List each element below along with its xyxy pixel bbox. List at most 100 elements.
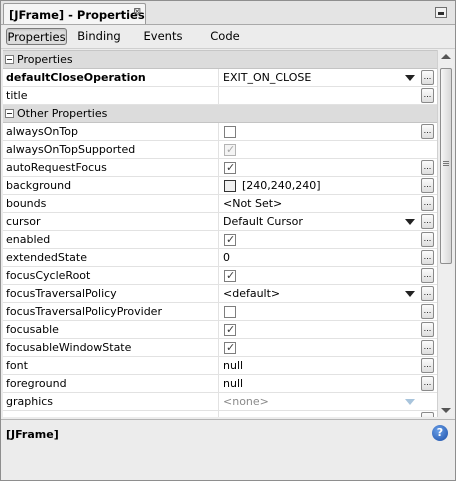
tab-properties[interactable]: Properties [6,28,67,45]
property-checkbox[interactable] [224,323,236,336]
property-row-focustraversalpolicy[interactable]: focusTraversalPolicy <default> ... [3,285,437,303]
collapse-icon[interactable] [5,109,14,118]
property-row-focustraversalpolicyprovider[interactable]: focusTraversalPolicyProvider ... [3,303,437,321]
category-properties[interactable]: Properties [3,51,437,69]
property-name: foreground [6,377,67,390]
property-value[interactable]: null [223,377,243,390]
window-title: [JFrame] - Properties [9,8,145,22]
property-row-background[interactable]: background [240,240,240] ... [3,177,437,195]
chevron-down-icon [405,399,415,405]
close-icon[interactable]: ⊠ [133,7,141,17]
ellipsis-button[interactable]: ... [421,124,434,139]
category-label: Properties [17,53,73,66]
description-title: [JFrame] [6,428,59,441]
property-row-bounds[interactable]: bounds <Not Set> ... [3,195,437,213]
property-name: cursor [6,215,41,228]
tab-code[interactable]: Code [205,28,245,45]
ellipsis-button[interactable]: ... [421,88,434,103]
property-checkbox[interactable] [224,233,236,246]
ellipsis-button[interactable]: ... [421,232,434,247]
property-row-enabled[interactable]: enabled ... [3,231,437,249]
property-row-foreground[interactable]: foreground null ... [3,375,437,393]
property-checkbox[interactable] [224,306,236,318]
property-value[interactable]: [240,240,240] [242,179,321,192]
property-name: focusCycleRoot [6,269,91,282]
property-checkbox[interactable] [224,161,236,174]
property-row-alwaysontop[interactable]: alwaysOnTop ... [3,123,437,141]
collapse-icon[interactable] [5,55,14,64]
color-swatch[interactable] [224,180,236,192]
property-row-defaultcloseoperation[interactable]: defaultCloseOperation EXIT_ON_CLOSE ... [3,69,437,87]
property-name: font [6,359,28,372]
property-name: alwaysOnTopSupported [6,143,136,156]
minimize-icon[interactable] [435,7,447,18]
property-name: focusTraversalPolicyProvider [6,305,162,318]
property-name: alwaysOnTop [6,125,78,138]
property-checkbox[interactable] [224,269,236,282]
property-row-cursor[interactable]: cursor Default Cursor ... [3,213,437,231]
property-row-alwaysontopsupported[interactable]: alwaysOnTopSupported [3,141,437,159]
ellipsis-button[interactable]: ... [421,322,434,337]
ellipsis-button[interactable]: ... [421,160,434,175]
chevron-down-icon[interactable] [405,75,415,81]
window-tab[interactable]: [JFrame] - Properties ⊠ [3,3,146,24]
property-value: <none> [223,395,269,408]
property-row-graphics[interactable]: graphics <none> [3,393,437,411]
property-row-font[interactable]: font null ... [3,357,437,375]
property-name: autoRequestFocus [6,161,107,174]
property-row-extendedstate[interactable]: extendedState 0 ... [3,249,437,267]
category-other-properties[interactable]: Other Properties [3,105,437,123]
property-value[interactable]: null [223,359,243,372]
name-cell [3,411,219,417]
scroll-down-icon[interactable] [441,408,451,413]
property-value[interactable]: <Not Set> [223,197,282,210]
property-name: enabled [6,233,51,246]
ellipsis-button[interactable]: ... [421,286,434,301]
property-name: focusTraversalPolicy [6,287,117,300]
property-checkbox [224,143,236,156]
ellipsis-button[interactable]: ... [421,304,434,319]
ellipsis-button[interactable]: ... [421,70,434,85]
property-value[interactable]: 0 [223,251,230,264]
properties-window: [JFrame] - Properties ⊠ Properties Bindi… [0,0,456,481]
ellipsis-button[interactable]: ... [421,250,434,265]
property-name: defaultCloseOperation [6,71,146,84]
property-value[interactable]: Default Cursor [223,215,303,228]
chevron-down-icon[interactable] [405,219,415,225]
ellipsis-button[interactable]: ... [421,268,434,283]
ellipsis-button[interactable]: ... [421,214,434,229]
property-name: focusable [6,323,59,336]
ellipsis-button[interactable]: ... [421,196,434,211]
tab-bar: Properties Binding Events Code [1,25,455,49]
ellipsis-button[interactable]: ... [421,412,434,417]
property-sheet: Properties defaultCloseOperation EXIT_ON… [3,50,437,417]
scroll-thumb[interactable] [440,68,452,264]
property-value[interactable]: EXIT_ON_CLOSE [223,71,311,84]
property-name: background [6,179,72,192]
ellipsis-button[interactable]: ... [421,178,434,193]
property-row-focuscycleroot[interactable]: focusCycleRoot ... [3,267,437,285]
property-checkbox[interactable] [224,341,236,354]
property-name: graphics [6,395,54,408]
ellipsis-button[interactable]: ... [421,340,434,355]
tab-events[interactable]: Events [139,28,187,45]
property-name: title [6,89,28,102]
scroll-up-icon[interactable] [441,54,451,59]
vertical-scrollbar[interactable] [437,50,453,417]
property-name: bounds [6,197,47,210]
property-row-title[interactable]: title ... [3,87,437,105]
property-name: extendedState [6,251,87,264]
property-row-focusable[interactable]: focusable ... [3,321,437,339]
help-icon[interactable]: ? [432,425,448,441]
property-row-partial: ... [3,411,437,417]
tab-binding[interactable]: Binding [75,28,123,45]
ellipsis-button[interactable]: ... [421,376,434,391]
property-row-focusablewindowstate[interactable]: focusableWindowState ... [3,339,437,357]
property-row-autorequestfocus[interactable]: autoRequestFocus ... [3,159,437,177]
property-checkbox[interactable] [224,126,236,138]
ellipsis-button[interactable]: ... [421,358,434,373]
property-value[interactable]: <default> [223,287,280,300]
chevron-down-icon[interactable] [405,291,415,297]
title-bar: [JFrame] - Properties ⊠ [1,1,455,25]
grip-icon [443,161,449,162]
